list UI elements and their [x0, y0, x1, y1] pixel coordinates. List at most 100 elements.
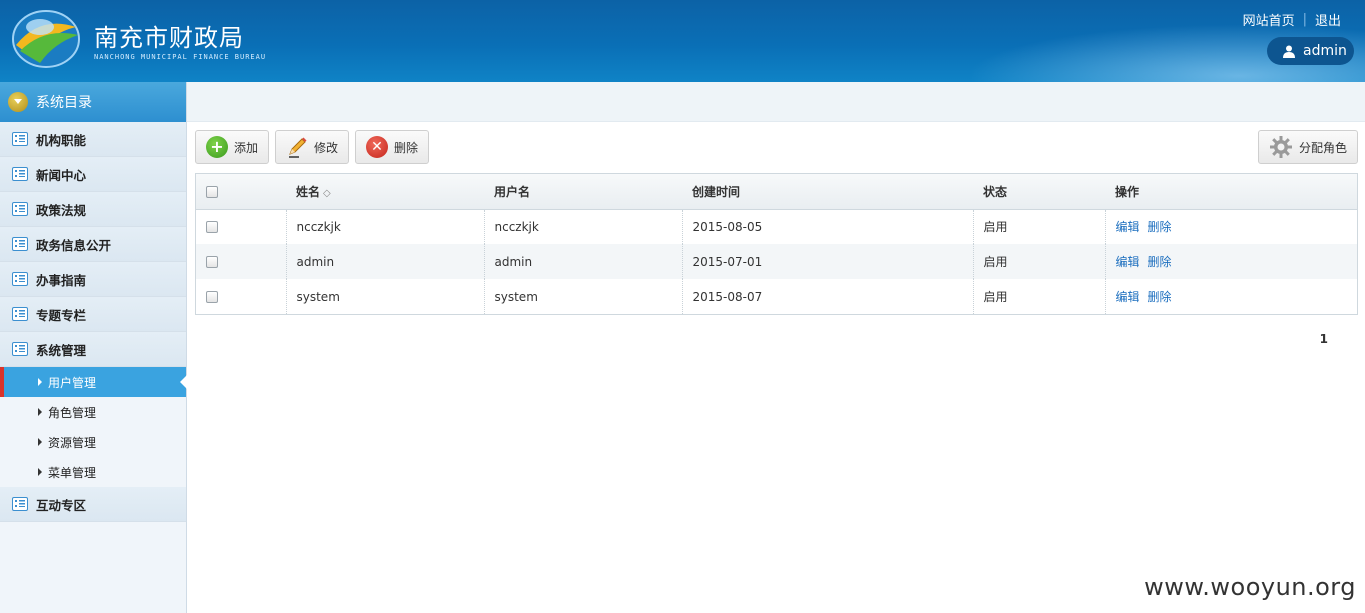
- row-edit-link[interactable]: 编辑: [1116, 255, 1140, 269]
- sidebar-heading: 系统目录: [0, 82, 186, 122]
- sidebar-subitem-label: 角色管理: [48, 405, 97, 420]
- sidebar-item-news-center[interactable]: 新闻中心: [0, 157, 186, 192]
- cell-username: admin: [484, 244, 683, 279]
- cell-created: 2015-08-07: [682, 279, 974, 314]
- sidebar-item-label: 系统管理: [36, 342, 87, 358]
- sidebar-item-special-topics[interactable]: 专题专栏: [0, 297, 186, 332]
- cell-created: 2015-08-05: [682, 209, 974, 244]
- sidebar-subitem-label: 资源管理: [48, 435, 97, 450]
- row-edit-link[interactable]: 编辑: [1116, 290, 1140, 304]
- cell-name: admin: [286, 244, 485, 279]
- list-icon: [12, 342, 28, 356]
- edit-button-label: 修改: [314, 140, 339, 155]
- list-icon: [12, 237, 28, 251]
- list-icon: [12, 132, 28, 146]
- column-header-created: 创建时间: [682, 174, 973, 210]
- chevron-down-icon: [8, 92, 28, 112]
- sidebar-item-org-functions[interactable]: 机构职能: [0, 122, 186, 157]
- list-icon: [12, 307, 28, 321]
- sidebar-item-policies[interactable]: 政策法规: [0, 192, 186, 227]
- sidebar-subitem-menu-management[interactable]: 菜单管理: [0, 457, 186, 487]
- logout-link[interactable]: 退出: [1315, 10, 1341, 29]
- cell-created: 2015-07-01: [682, 244, 974, 279]
- cell-name: system: [286, 279, 485, 314]
- sidebar-item-gov-info[interactable]: 政务信息公开: [0, 227, 186, 262]
- sidebar-item-label: 互动专区: [36, 497, 87, 513]
- user-table: 姓名 ◇ 用户名 创建时间 状态 操作 ncczkjk ncczkjk 2015-…: [195, 173, 1358, 315]
- user-icon: [1283, 45, 1295, 58]
- bureau-logo: [12, 10, 80, 68]
- row-delete-link[interactable]: 删除: [1148, 255, 1172, 269]
- row-checkbox[interactable]: [206, 256, 218, 268]
- table-header-row: 姓名 ◇ 用户名 创建时间 状态 操作: [196, 174, 1357, 210]
- sidebar-item-label: 机构职能: [36, 132, 87, 148]
- delete-button-label: 删除: [394, 140, 419, 155]
- user-badge[interactable]: admin: [1267, 37, 1354, 65]
- row-delete-link[interactable]: 删除: [1148, 290, 1172, 304]
- row-delete-link[interactable]: 删除: [1148, 220, 1172, 234]
- caret-right-icon: [38, 378, 42, 386]
- column-header-username: 用户名: [484, 174, 682, 210]
- site-subtitle: NANCHONG MUNICIPAL FINANCE BUREAU: [94, 53, 267, 61]
- add-button-label: 添加: [234, 140, 259, 155]
- pencil-icon: [289, 137, 307, 158]
- watermark: www.wooyun.org: [1144, 573, 1356, 601]
- sidebar-subitem-resource-management[interactable]: 资源管理: [0, 427, 186, 457]
- list-icon: [12, 272, 28, 286]
- sidebar-item-label: 政务信息公开: [36, 237, 112, 253]
- column-header-actions: 操作: [1105, 174, 1357, 210]
- link-separator: |: [1302, 12, 1307, 27]
- close-icon: ✕: [366, 136, 389, 158]
- list-icon: [12, 167, 28, 181]
- cell-status: 启用: [973, 244, 1106, 279]
- caret-right-icon: [38, 408, 42, 416]
- list-icon: [12, 497, 28, 511]
- assign-role-button[interactable]: 分配角色: [1257, 130, 1358, 164]
- cell-actions: 编辑 删除: [1105, 244, 1357, 279]
- plus-icon: +: [206, 136, 228, 158]
- table-row[interactable]: system system 2015-08-07 启用 编辑 删除: [196, 279, 1357, 314]
- row-checkbox[interactable]: [206, 221, 218, 234]
- sidebar-item-label: 办事指南: [36, 272, 87, 288]
- sidebar-subitem-role-management[interactable]: 角色管理: [0, 397, 186, 427]
- sidebar-subitem-label: 菜单管理: [48, 465, 97, 480]
- caret-right-icon: [38, 438, 42, 446]
- row-select-cell: [196, 209, 287, 244]
- top-links: 网站首页 | 退出: [1243, 10, 1341, 29]
- gear-icon: [1269, 136, 1292, 158]
- row-checkbox[interactable]: [206, 291, 218, 303]
- edit-button[interactable]: 修改: [275, 130, 350, 164]
- main-content: + 添加 修改 ✕ 删除 分配角色 姓名 ◇ 用户名 创建时间 状态 操作 nc…: [187, 82, 1365, 613]
- assign-role-label: 分配角色: [1298, 140, 1347, 155]
- table-row[interactable]: ncczkjk ncczkjk 2015-08-05 启用 编辑 删除: [196, 209, 1357, 244]
- cell-name: ncczkjk: [286, 209, 485, 244]
- toolbar: + 添加 修改 ✕ 删除: [195, 130, 430, 164]
- sort-icon[interactable]: ◇: [323, 188, 331, 199]
- cell-actions: 编辑 删除: [1105, 279, 1357, 314]
- column-header-status: 状态: [973, 174, 1105, 210]
- row-edit-link[interactable]: 编辑: [1116, 220, 1140, 234]
- cell-username: ncczkjk: [484, 209, 683, 244]
- select-all-checkbox[interactable]: [206, 185, 218, 198]
- cell-status: 启用: [973, 209, 1106, 244]
- add-button[interactable]: + 添加: [195, 130, 270, 164]
- cell-status: 启用: [973, 279, 1106, 314]
- home-link[interactable]: 网站首页: [1243, 10, 1295, 29]
- column-header-name[interactable]: 姓名 ◇: [286, 174, 484, 210]
- sidebar-item-interaction[interactable]: 互动专区: [0, 487, 186, 522]
- delete-button[interactable]: ✕ 删除: [355, 130, 430, 164]
- user-name: admin: [1303, 43, 1347, 59]
- pagination-current-page[interactable]: 1: [1320, 332, 1328, 346]
- sidebar-item-system-admin[interactable]: 系统管理: [0, 332, 186, 367]
- sidebar: 系统目录 机构职能 新闻中心 政策法规 政务信息公开 办事指南 专题专栏 系统管…: [0, 82, 187, 613]
- caret-right-icon: [38, 468, 42, 476]
- table-row[interactable]: admin admin 2015-07-01 启用 编辑 删除: [196, 244, 1357, 279]
- sidebar-item-label: 专题专栏: [36, 307, 87, 323]
- row-select-cell: [196, 244, 287, 279]
- sidebar-item-label: 新闻中心: [36, 167, 87, 183]
- list-icon: [12, 202, 28, 216]
- select-all-cell: [196, 174, 286, 210]
- sidebar-item-service-guide[interactable]: 办事指南: [0, 262, 186, 297]
- sidebar-subitem-user-management[interactable]: 用户管理: [0, 367, 187, 397]
- top-header: 南充市财政局 NANCHONG MUNICIPAL FINANCE BUREAU…: [0, 0, 1365, 82]
